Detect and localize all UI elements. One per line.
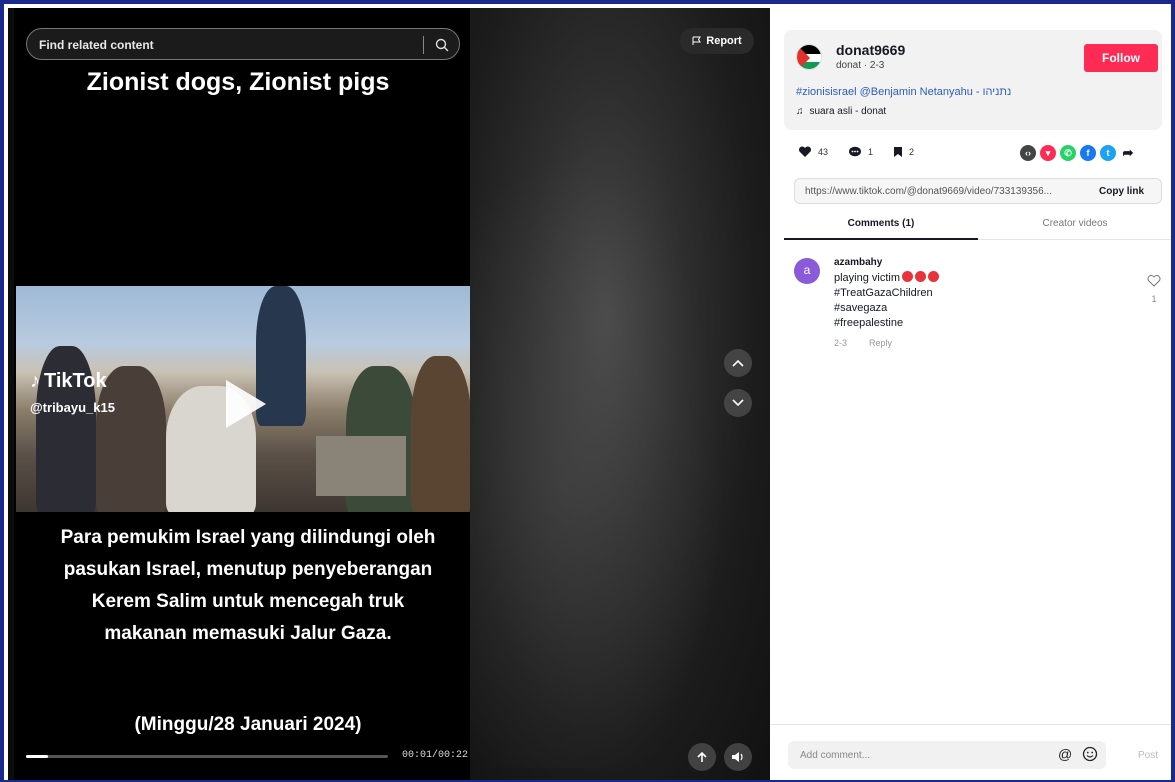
tab-bar: Comments (1) Creator videos <box>784 208 1171 240</box>
follow-button[interactable]: Follow <box>1084 44 1158 72</box>
search-bar[interactable] <box>26 28 460 60</box>
like-count: 43 <box>818 147 829 157</box>
video-player: Report Zionist dogs, Zionist pigs ♪ TikT… <box>8 8 770 780</box>
music-note-icon: ♫ <box>796 106 804 117</box>
comment-line: #savegaza <box>834 302 888 314</box>
comment-item: a azambahy playing victim #TreatGazaChil… <box>794 254 1164 354</box>
commenter-avatar[interactable]: a <box>794 258 820 284</box>
tiktok-logo-icon: ♪ <box>30 370 40 392</box>
comment-input-wrapper: @ <box>788 741 1106 769</box>
comment-stat[interactable]: 1 <box>848 146 873 158</box>
comment-like-count: 1 <box>1151 294 1157 304</box>
link-box: https://www.tiktok.com/@donat9669/video/… <box>794 178 1162 204</box>
share-row: ‹› ▾ ✆ f t ➦ <box>1020 145 1136 161</box>
author-username[interactable]: donat9669 <box>836 42 905 58</box>
sound-name: suara asli - donat <box>809 106 887 117</box>
report-button[interactable]: Report <box>680 28 754 54</box>
time-readout: 00:01/00:22 <box>402 750 469 761</box>
video-headline: Zionist dogs, Zionist pigs <box>86 68 390 96</box>
progress-bar[interactable] <box>26 755 388 758</box>
progress-fill <box>26 755 48 758</box>
comment-line: #freepalestine <box>834 317 904 329</box>
twitter-icon[interactable]: t <box>1100 145 1116 161</box>
chevron-down-icon <box>732 399 744 407</box>
post-info-card: donat9669 donat · 2-3 Follow #zionisisra… <box>784 30 1162 130</box>
reply-button[interactable]: Reply <box>869 338 892 348</box>
volume-button[interactable] <box>724 743 752 771</box>
search-divider <box>423 36 424 54</box>
tab-creator-videos[interactable]: Creator videos <box>978 208 1171 240</box>
tiktok-watermark-user: @tribayu_k15 <box>30 400 115 415</box>
heart-icon <box>798 146 812 157</box>
engagement-stats: 43 1 2 <box>798 146 914 158</box>
play-icon[interactable] <box>226 380 266 428</box>
emoji-button[interactable] <box>1082 746 1098 767</box>
author-subtitle: donat · 2-3 <box>836 60 885 71</box>
search-button[interactable] <box>431 35 453 55</box>
emoji-icon <box>1082 746 1098 762</box>
embed-icon[interactable]: ‹› <box>1020 145 1036 161</box>
comment-count: 1 <box>868 147 874 157</box>
details-panel: donat9669 donat · 2-3 Follow #zionisisra… <box>770 8 1171 780</box>
mention-button[interactable]: @ <box>1058 746 1072 762</box>
like-stat[interactable]: 43 <box>798 146 828 158</box>
comment-like-button[interactable]: 1 <box>1146 274 1162 304</box>
video-link[interactable]: https://www.tiktok.com/@donat9669/video/… <box>805 186 1091 197</box>
facebook-icon[interactable]: f <box>1080 145 1096 161</box>
emoji-icon <box>902 271 914 282</box>
previous-video-button[interactable] <box>724 349 752 377</box>
search-icon <box>435 38 449 52</box>
float-icon <box>697 751 707 762</box>
screen-frame: Report Zionist dogs, Zionist pigs ♪ TikT… <box>0 0 1175 782</box>
comment-input[interactable] <box>800 748 1040 762</box>
post-button[interactable]: Post <box>1138 750 1158 761</box>
post-description[interactable]: #zionisisrael @Benjamin Netanyahu - נתני… <box>796 86 1011 98</box>
next-video-button[interactable] <box>724 389 752 417</box>
send-icon[interactable]: ▾ <box>1040 145 1056 161</box>
report-label: Report <box>706 35 742 47</box>
avatar[interactable] <box>796 44 822 70</box>
tiktok-watermark: ♪ TikTok <box>30 370 107 393</box>
save-count: 2 <box>909 147 915 157</box>
volume-icon <box>732 752 743 762</box>
save-stat[interactable]: 2 <box>893 146 914 158</box>
chevron-up-icon <box>732 359 744 367</box>
search-input[interactable] <box>39 37 409 53</box>
commenter-username[interactable]: azambahy <box>834 257 882 268</box>
copy-link-button[interactable]: Copy link <box>1099 186 1144 197</box>
comment-meta: 2-3 Reply <box>834 338 892 348</box>
bookmark-icon <box>894 147 903 157</box>
comment-text: playing victim #TreatGazaChildren #saveg… <box>834 271 940 331</box>
video-date-caption: (Minggu/28 Januari 2024) <box>134 714 362 735</box>
tab-comments[interactable]: Comments (1) <box>784 208 978 240</box>
tiktok-watermark-text: TikTok <box>44 370 107 392</box>
whatsapp-icon[interactable]: ✆ <box>1060 145 1076 161</box>
floating-player-button[interactable] <box>688 743 716 771</box>
video-caption: Para pemukim Israel yang dilindungi oleh… <box>60 527 436 644</box>
blurred-background-glow <box>470 68 770 768</box>
comment-icon <box>849 146 862 157</box>
emoji-icon <box>928 271 940 282</box>
emoji-icon <box>915 271 927 282</box>
comment-line: #TreatGazaChildren <box>834 287 933 299</box>
heart-outline-icon <box>1147 275 1161 287</box>
palestine-flag-icon <box>797 45 821 69</box>
comment-line: playing victim <box>834 272 901 284</box>
sound-link[interactable]: ♫ suara asli - donat <box>796 106 886 117</box>
share-icon[interactable]: ➦ <box>1120 145 1136 161</box>
comment-composer: @ Post <box>770 724 1171 780</box>
comment-date: 2-3 <box>834 338 848 348</box>
flag-icon <box>692 36 702 45</box>
